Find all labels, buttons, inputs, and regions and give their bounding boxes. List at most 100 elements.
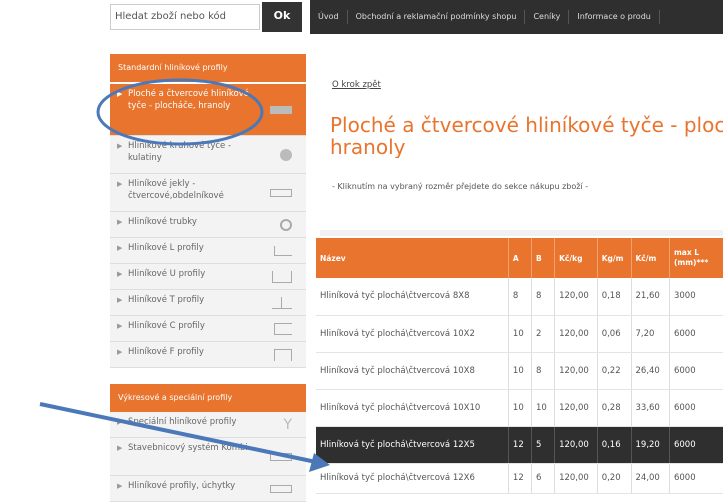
cell-kc-m: 26,40 [631, 352, 670, 390]
page-title: Ploché a čtvercové hliníkové tyče - ploc… [330, 114, 723, 158]
chevron-right-icon: ▶ [117, 270, 123, 278]
header-kc-kg[interactable]: Kč/kg [554, 238, 598, 278]
search-ok-button[interactable]: Ok [262, 2, 302, 32]
sidebar-item-rect-tubes[interactable]: ▶ Hliníkové jekly - čtvercové,obdelníkov… [110, 174, 306, 212]
cell-max-length: 6000 [669, 463, 723, 494]
sidebar-item-label: Hliníkové jekly - čtvercové,obdelníkové [128, 179, 224, 201]
left-background [0, 0, 105, 502]
kombi-icon [270, 452, 292, 461]
cell-kc-kg: 120,00 [554, 389, 598, 427]
cell-a: 8 [508, 278, 533, 316]
sidebar-item-t-profiles[interactable]: ▶ Hliníkové T profily [110, 290, 306, 316]
cell-name[interactable]: Hliníková tyč plochá\čtvercová 12X6 [316, 463, 509, 494]
sidebar-item-handles[interactable]: ▶ Hliníkové profily, úchytky [110, 476, 306, 502]
nav-item-pricelists[interactable]: Ceníky [525, 10, 570, 24]
sidebar-item-label: Hliníkové U profily [128, 269, 206, 279]
cell-kc-kg: 120,00 [554, 278, 598, 316]
page-note: - Kliknutím na vybraný rozměr přejdete d… [332, 182, 589, 191]
sidebar-item-l-profiles[interactable]: ▶ Hliníkové L profily [110, 238, 306, 264]
cell-kg-m: 0,22 [597, 352, 632, 390]
chevron-right-icon: ▶ [117, 180, 123, 188]
cell-a: 10 [508, 389, 533, 427]
table-row[interactable]: Hliníková tyč plochá\čtvercová 10X2 10 2… [316, 315, 723, 353]
chevron-right-icon: ▶ [117, 482, 123, 490]
header-kc-m[interactable]: Kč/m [631, 238, 670, 278]
product-table: Název A B Kč/kg Kg/m Kč/m max L (mm)*** … [316, 238, 723, 494]
header-max-length[interactable]: max L (mm)*** [669, 238, 723, 278]
cell-name[interactable]: Hliníková tyč plochá\čtvercová 10X10 [316, 389, 509, 427]
chevron-right-icon: ▶ [117, 418, 123, 426]
sidebar-item-label: Hliníkové F profily [128, 347, 204, 357]
round-bar-icon [280, 148, 292, 161]
cell-name[interactable]: Hliníková tyč plochá\čtvercová 12X5 [316, 426, 509, 464]
sidebar-item-label: Speciální hliníkové profily [128, 417, 237, 427]
header-name[interactable]: Název [316, 238, 509, 278]
table-row[interactable]: Hliníková tyč plochá\čtvercová 8X8 8 8 1… [316, 278, 723, 316]
sidebar-item-label: Hliníkové L profily [128, 243, 204, 253]
cell-max-length: 3000 [669, 278, 723, 316]
l-profile-icon [274, 245, 292, 256]
cell-a: 10 [508, 352, 533, 390]
table-row[interactable]: Hliníková tyč plochá\čtvercová 12X6 12 6… [316, 463, 723, 494]
chevron-right-icon: ▶ [117, 218, 123, 226]
sidebar-section-special: Výkresové a speciální profily [110, 384, 306, 412]
nav-item-home[interactable]: Úvod [310, 10, 348, 24]
cell-kc-m: 19,20 [631, 426, 670, 464]
cell-b: 6 [531, 463, 556, 494]
sidebar-item-tubes[interactable]: ▶ Hliníkové trubky [110, 212, 306, 238]
sidebar-item-f-profiles[interactable]: ▶ Hliníkové F profily [110, 342, 306, 368]
cell-kc-m: 7,20 [631, 315, 670, 353]
cell-kc-m: 33,60 [631, 389, 670, 427]
sidebar-item-label: Stavebnicový systém Kombi [128, 443, 248, 453]
sidebar-item-u-profiles[interactable]: ▶ Hliníkové U profily [110, 264, 306, 290]
table-header-row: Název A B Kč/kg Kg/m Kč/m max L (mm)*** [316, 238, 723, 278]
cell-kc-kg: 120,00 [554, 315, 598, 353]
sidebar-item-c-profiles[interactable]: ▶ Hliníkové C profily [110, 316, 306, 342]
chevron-right-icon: ▶ [117, 322, 123, 330]
cell-kc-m: 24,00 [631, 463, 670, 494]
sidebar-list-special: ▶ Speciální hliníkové profily Y ▶ Staveb… [110, 412, 306, 502]
chevron-right-icon: ▶ [117, 296, 123, 304]
sidebar-item-kombi[interactable]: ▶ Stavebnicový systém Kombi [110, 438, 306, 476]
cell-b: 8 [531, 352, 556, 390]
cell-kc-m: 21,60 [631, 278, 670, 316]
cell-a: 10 [508, 315, 533, 353]
back-link[interactable]: O krok zpět [332, 80, 381, 90]
nav-item-info[interactable]: Informace o produ [569, 10, 660, 24]
cell-b: 8 [531, 278, 556, 316]
c-profile-icon [274, 322, 292, 335]
divider [320, 230, 723, 236]
cell-kc-kg: 120,00 [554, 463, 598, 494]
page-title-line2: hranoly [330, 135, 406, 158]
cell-kg-m: 0,18 [597, 278, 632, 316]
cell-max-length: 6000 [669, 352, 723, 390]
cell-b: 2 [531, 315, 556, 353]
cell-max-length: 6000 [669, 426, 723, 464]
cell-kg-m: 0,16 [597, 426, 632, 464]
t-profile-icon [272, 296, 292, 309]
sidebar-item-flat-bars[interactable]: ▶ Ploché a čtvercové hliníkové tyče - pl… [110, 84, 306, 136]
header-a[interactable]: A [508, 238, 533, 278]
cell-a: 12 [508, 463, 533, 494]
chevron-right-icon: ▶ [117, 142, 123, 150]
header-kg-m[interactable]: Kg/m [597, 238, 632, 278]
sidebar-item-special-profiles[interactable]: ▶ Speciální hliníkové profily Y [110, 412, 306, 438]
table-row[interactable]: Hliníková tyč plochá\čtvercová 10X8 10 8… [316, 352, 723, 390]
header-b[interactable]: B [531, 238, 556, 278]
chevron-right-icon: ▶ [117, 90, 123, 98]
cell-b: 10 [531, 389, 556, 427]
table-row[interactable]: Hliníková tyč plochá\čtvercová 10X10 10 … [316, 389, 723, 427]
f-profile-icon [274, 348, 292, 361]
table-row-highlighted[interactable]: Hliníková tyč plochá\čtvercová 12X5 12 5… [316, 426, 723, 464]
sidebar-item-round-bars[interactable]: ▶ Hliníkové kruhové tyče - kulatiny [110, 136, 306, 174]
nav-item-terms[interactable]: Obchodní a reklamační podmínky shopu [348, 10, 526, 24]
cell-name[interactable]: Hliníková tyč plochá\čtvercová 10X2 [316, 315, 509, 353]
search-input[interactable]: Hledat zboží nebo kód [110, 4, 260, 30]
cell-kc-kg: 120,00 [554, 352, 598, 390]
cell-name[interactable]: Hliníková tyč plochá\čtvercová 10X8 [316, 352, 509, 390]
cell-name[interactable]: Hliníková tyč plochá\čtvercová 8X8 [316, 278, 509, 316]
sidebar-item-label: Ploché a čtvercové hliníkové tyče - ploc… [128, 89, 249, 111]
sidebar-item-label: Hliníkové trubky [128, 217, 197, 227]
rect-tube-icon [270, 188, 292, 197]
cell-max-length: 6000 [669, 315, 723, 353]
